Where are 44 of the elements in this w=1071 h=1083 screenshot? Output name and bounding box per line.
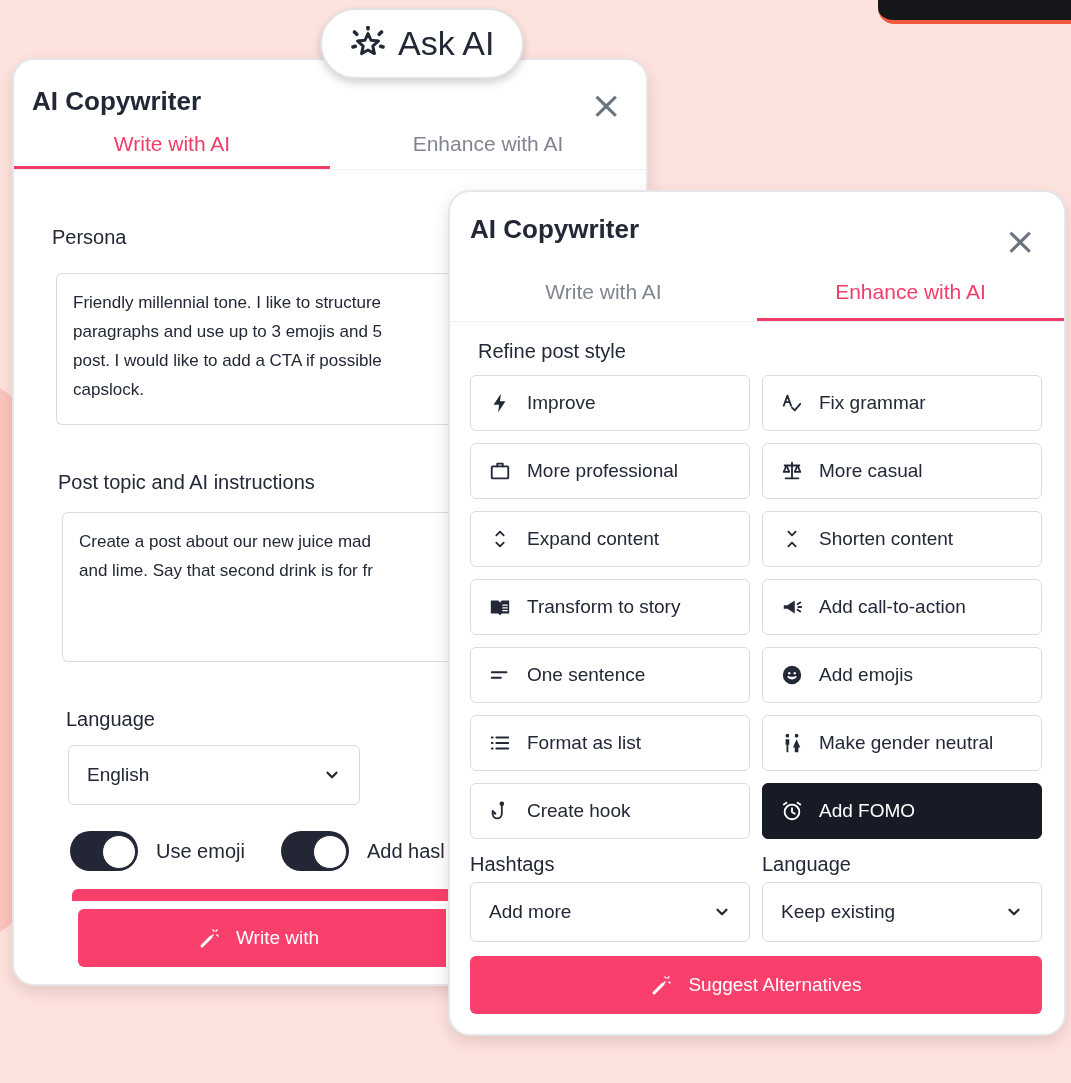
close-button[interactable]: × xyxy=(1004,222,1036,260)
close-button[interactable]: × xyxy=(590,86,622,124)
tab[interactable]: Enhance with AI xyxy=(757,270,1064,321)
style-option-button[interactable]: One sentence xyxy=(470,647,750,703)
dropdown-select[interactable]: Keep existing xyxy=(762,882,1042,942)
style-option-button[interactable]: Create hook xyxy=(470,783,750,839)
toggle-switch[interactable] xyxy=(70,831,138,871)
style-option-button[interactable]: More casual xyxy=(762,443,1042,499)
style-option-button[interactable]: Improve xyxy=(470,375,750,431)
style-option-button[interactable]: Fix grammar xyxy=(762,375,1042,431)
tab[interactable]: Write with AI xyxy=(450,270,757,321)
briefcase-icon xyxy=(489,460,511,482)
dropdown-select[interactable]: Add more xyxy=(470,882,750,942)
write-button[interactable]: Write with xyxy=(78,909,446,967)
style-option-button[interactable]: Transform to story xyxy=(470,579,750,635)
field-label: Language xyxy=(762,853,852,876)
panel-title: AI Copywriter xyxy=(32,86,202,117)
style-option-button[interactable]: Make gender neutral xyxy=(762,715,1042,771)
style-option-button[interactable]: Add FOMO xyxy=(762,783,1042,839)
toggle-label: Use emoji xyxy=(156,839,245,863)
alarm-clock-icon xyxy=(781,800,803,822)
field-label: Language xyxy=(66,708,155,731)
tab[interactable]: Write with AI xyxy=(14,126,330,169)
tab[interactable]: Enhance with AI xyxy=(330,126,646,169)
panel-title: AI Copywriter xyxy=(470,214,640,245)
style-option-button[interactable]: Add call-to-action xyxy=(762,579,1042,635)
style-option-button[interactable]: Format as list xyxy=(470,715,750,771)
magic-wand-icon xyxy=(198,926,222,950)
style-option-button[interactable]: Add emojis xyxy=(762,647,1042,703)
style-option-button[interactable]: More professional xyxy=(470,443,750,499)
balance-scale-icon xyxy=(781,460,803,482)
field-label: Post topic and AI instructions xyxy=(58,471,315,494)
spell-check-icon xyxy=(781,392,803,414)
style-option-button[interactable]: Shorten content xyxy=(762,511,1042,567)
ask-ai-badge[interactable]: Ask AI xyxy=(320,8,525,79)
dropdown-select[interactable]: English xyxy=(68,745,360,805)
suggest-alternatives-button[interactable]: Suggest Alternatives xyxy=(470,956,1042,1014)
smiley-face-icon xyxy=(781,664,803,686)
field-label: Hashtags xyxy=(470,853,556,876)
field-label: Persona xyxy=(52,226,127,249)
toggle-switch[interactable] xyxy=(280,831,349,871)
toggle-label: Add hasl xyxy=(366,839,445,863)
style-option-button[interactable]: Expand content xyxy=(470,511,750,567)
section-label: Refine post style xyxy=(478,340,627,363)
